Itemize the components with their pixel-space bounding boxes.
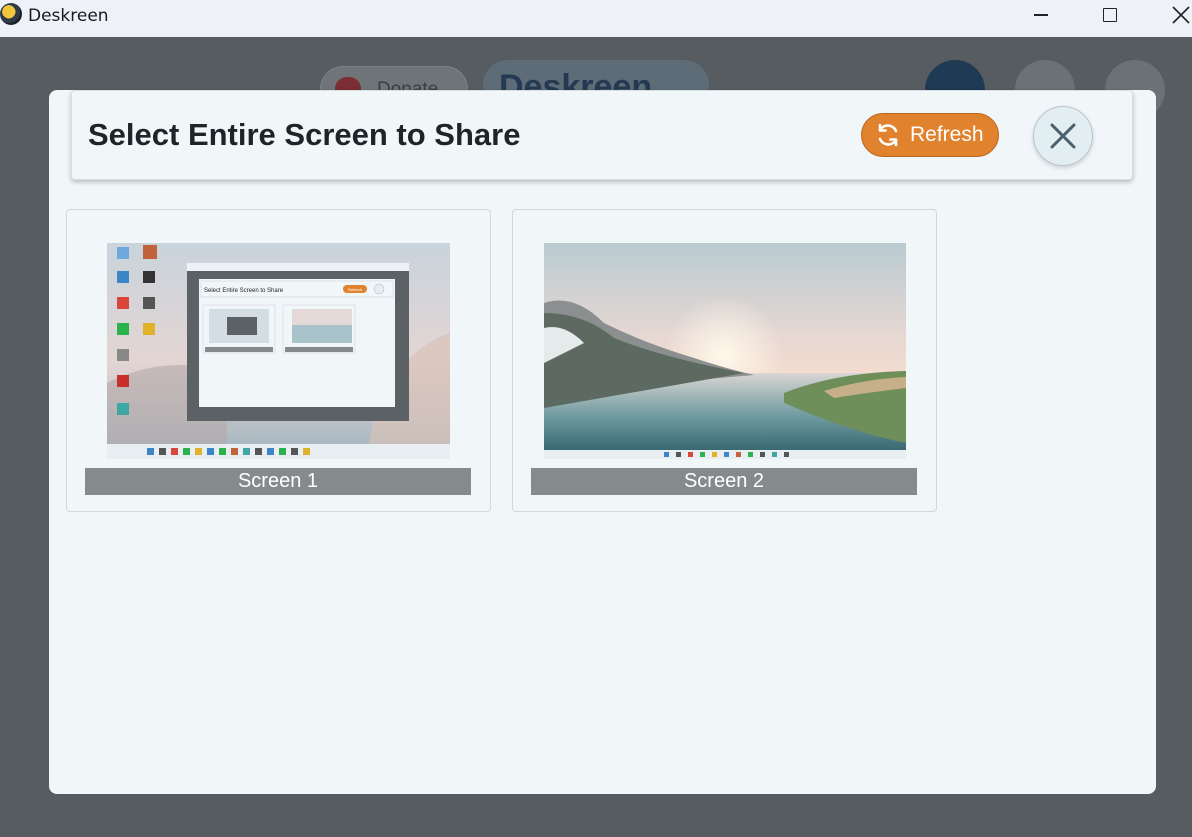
screen-2-label: Screen 2 (531, 468, 917, 495)
dialog-close-button[interactable] (1033, 106, 1093, 166)
dialog-title: Select Entire Screen to Share (88, 117, 521, 152)
refresh-icon (878, 123, 898, 147)
thumb-inner-refresh: Refresh (348, 287, 362, 292)
refresh-label: Refresh (910, 123, 984, 146)
refresh-button[interactable]: Refresh (861, 113, 999, 157)
window-titlebar: Deskreen (0, 0, 1192, 37)
minimize-button[interactable] (1018, 0, 1064, 30)
thumb-inner-title: Select Entire Screen to Share (204, 288, 284, 294)
minimize-icon (1034, 14, 1048, 16)
screen-1-thumbnail: Select Entire Screen to Share Refresh (107, 243, 450, 459)
close-icon (1172, 6, 1190, 24)
share-screen-dialog: Select Entire Screen to Share Refresh Se… (49, 90, 1156, 794)
screen-option-2[interactable]: Screen 2 (512, 209, 937, 512)
dialog-header: Select Entire Screen to Share Refresh (71, 90, 1133, 180)
deskreen-logo-icon (0, 3, 22, 25)
close-icon (1050, 123, 1076, 149)
screen-option-1[interactable]: Select Entire Screen to Share Refresh Sc… (66, 209, 491, 512)
window-close-button[interactable] (1158, 0, 1192, 30)
maximize-icon (1103, 8, 1117, 22)
window-title: Deskreen (28, 6, 109, 26)
maximize-button[interactable] (1087, 0, 1133, 30)
screen-1-label: Screen 1 (85, 468, 471, 495)
screen-2-thumbnail (544, 243, 906, 459)
